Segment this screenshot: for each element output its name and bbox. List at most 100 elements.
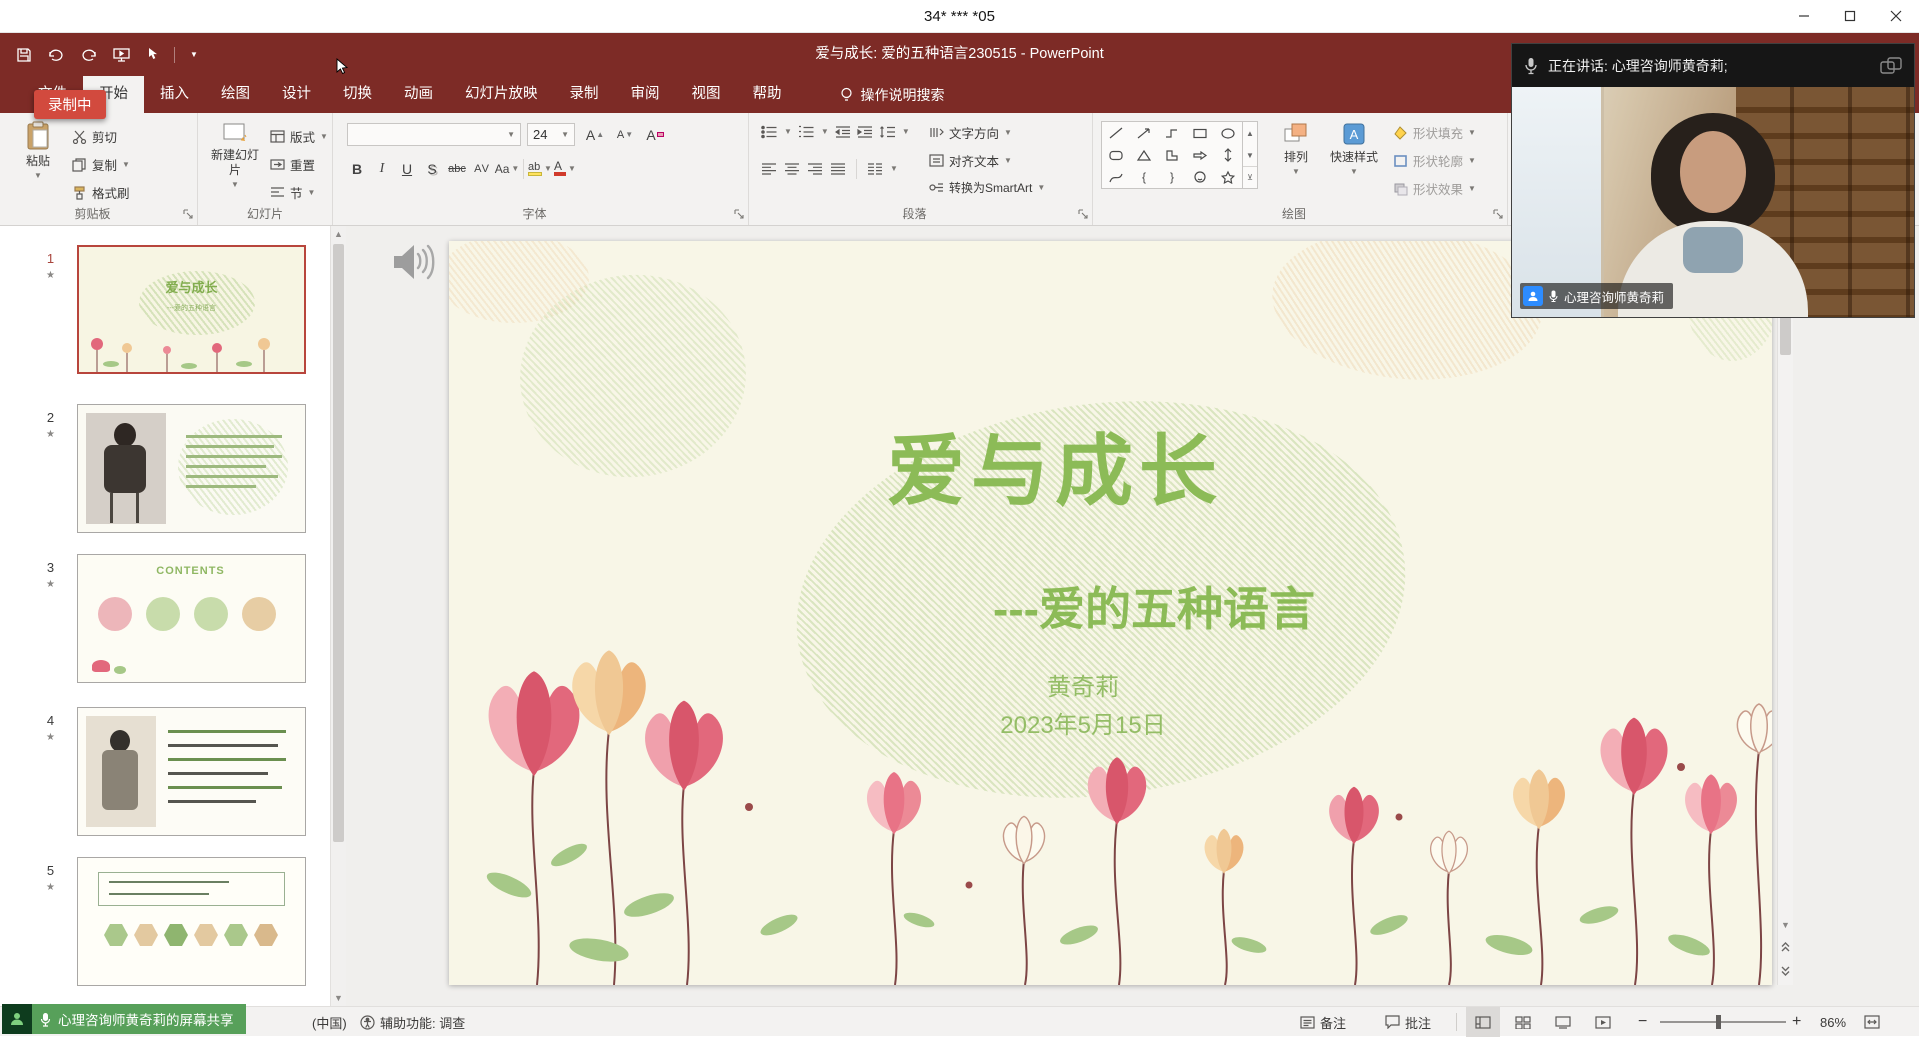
tellme-search[interactable]: 操作说明搜索 [840, 76, 945, 113]
quick-styles-button[interactable]: A 快速样式 ▼ [1325, 121, 1383, 176]
comments-button[interactable]: 批注 [1385, 1007, 1431, 1037]
slide-editing-area[interactable]: 爱与成长 ---爱的五种语言 黄奇莉 2023年5月15日 [449, 241, 1772, 985]
cut-button[interactable]: 剪切 [72, 127, 117, 146]
qat-customize-icon[interactable]: ▼ [190, 51, 198, 59]
minimize-button[interactable] [1781, 0, 1827, 32]
bullets-button[interactable] [761, 125, 778, 139]
screen-share-banner[interactable]: 心理咨询师黄奇莉的屏幕共享 [2, 1004, 246, 1034]
copy-button[interactable]: 复制▼ [72, 155, 130, 174]
zoom-in-button[interactable]: + [1792, 1007, 1801, 1037]
justify-button[interactable] [830, 162, 846, 176]
font-dialog-launcher[interactable] [734, 209, 744, 219]
format-painter-button[interactable]: 格式刷 [72, 183, 130, 202]
zoom-slider-thumb[interactable] [1716, 1015, 1721, 1029]
align-center-button[interactable] [784, 162, 800, 176]
character-spacing-button[interactable]: AV [470, 157, 494, 180]
undo-icon[interactable] [47, 47, 65, 63]
shape-outline-button[interactable]: 形状轮廓▼ [1393, 151, 1476, 170]
thumb-scroll-up[interactable]: ▲ [331, 226, 346, 242]
align-text-button[interactable]: 对齐文本▼ [929, 151, 1012, 170]
fit-to-window-button[interactable] [1864, 1007, 1880, 1037]
save-icon[interactable] [16, 47, 32, 63]
font-name-combo[interactable]: ▼ [347, 123, 521, 146]
bold-button[interactable]: B [345, 157, 369, 180]
arrange-button[interactable]: 排列 ▼ [1271, 121, 1321, 176]
reset-button[interactable]: 重置 [270, 155, 315, 174]
meeting-video-panel[interactable]: 正在讲话: 心理咨询师黄奇莉; 心理咨询师黄奇莉 [1511, 43, 1915, 318]
strikethrough-button[interactable]: abc [445, 157, 469, 180]
clear-formatting-button[interactable]: A [643, 123, 667, 146]
start-slideshow-icon[interactable] [113, 47, 130, 63]
previous-slide-button[interactable] [1778, 939, 1793, 955]
line-spacing-button[interactable] [879, 125, 896, 139]
tab-insert[interactable]: 插入 [144, 76, 205, 113]
slide-thumbnail-1[interactable]: 爱与成长 ---爱的五种语言 [77, 245, 306, 374]
slide-thumbnail-5[interactable] [77, 857, 306, 986]
shape-fill-button[interactable]: 形状填充▼ [1393, 123, 1476, 142]
shrink-font-button[interactable]: A▼ [613, 123, 637, 146]
redo-icon[interactable] [80, 47, 98, 63]
paragraph-dialog-launcher[interactable] [1078, 209, 1088, 219]
slide-thumbnail-3[interactable]: CONTENTS [77, 554, 306, 683]
text-highlight-button[interactable]: ab▼ [528, 157, 552, 180]
new-slide-button[interactable]: 新建幻灯片 ▼ [206, 121, 264, 189]
touch-mouse-mode-icon[interactable] [145, 47, 159, 63]
thumbnails-scrollbar[interactable]: ▲ ▼ [330, 226, 346, 1006]
slideshow-view-button[interactable] [1586, 1007, 1620, 1037]
tab-record[interactable]: 录制 [554, 76, 615, 113]
paste-button[interactable]: 粘贴 ▼ [12, 121, 64, 180]
tab-review[interactable]: 审阅 [615, 76, 676, 113]
decrease-indent-button[interactable] [835, 125, 851, 139]
font-size-combo[interactable]: 24▼ [527, 123, 575, 146]
next-slide-button[interactable] [1778, 963, 1793, 979]
numbering-button[interactable] [798, 125, 815, 139]
text-shadow-button[interactable]: S [420, 157, 444, 180]
zoom-percentage[interactable]: 86% [1820, 1007, 1846, 1037]
columns-button[interactable] [867, 162, 883, 176]
maximize-button[interactable] [1827, 0, 1873, 32]
shapes-scroll-up[interactable]: ▲ [1243, 122, 1257, 144]
font-color-button[interactable]: A▼ [553, 157, 577, 180]
tab-animations[interactable]: 动画 [388, 76, 449, 113]
align-right-button[interactable] [807, 162, 823, 176]
align-left-button[interactable] [761, 162, 777, 176]
zoom-out-button[interactable]: − [1638, 1007, 1647, 1037]
tab-view[interactable]: 视图 [676, 76, 737, 113]
audio-speaker-icon[interactable] [388, 240, 436, 284]
participant-video[interactable]: 心理咨询师黄奇莉 [1512, 87, 1914, 317]
shapes-gallery-arrows[interactable]: ▲ ▼ ⊻ [1243, 121, 1258, 189]
new-slide-dropdown[interactable]: ▼ [231, 181, 239, 189]
change-case-button[interactable]: Aa▼ [495, 157, 519, 180]
view-switch-icon[interactable] [1880, 57, 1902, 75]
grow-font-button[interactable]: A▲ [583, 123, 607, 146]
recording-badge[interactable]: 录制中 [34, 90, 106, 119]
slide-thumbnail-4[interactable] [77, 707, 306, 836]
shapes-more[interactable]: ⊻ [1243, 166, 1257, 188]
drawing-dialog-launcher[interactable] [1493, 209, 1503, 219]
normal-view-button[interactable] [1466, 1007, 1500, 1037]
tab-draw[interactable]: 绘图 [205, 76, 266, 113]
text-direction-button[interactable]: 文字方向▼ [929, 123, 1012, 142]
clipboard-dialog-launcher[interactable] [183, 209, 193, 219]
shapes-scroll-down[interactable]: ▼ [1243, 144, 1257, 166]
shape-effects-button[interactable]: 形状效果▼ [1393, 179, 1476, 198]
tab-transitions[interactable]: 切换 [327, 76, 388, 113]
zoom-slider-track[interactable] [1660, 1021, 1786, 1023]
section-button[interactable]: 节▼ [270, 183, 315, 202]
slide-thumbnail-2[interactable] [77, 404, 306, 533]
thumb-scroll-thumb[interactable] [333, 244, 344, 842]
convert-smartart-button[interactable]: 转换为SmartArt▼ [929, 179, 1045, 196]
layout-button[interactable]: 版式▼ [270, 127, 328, 146]
paste-dropdown[interactable]: ▼ [34, 172, 42, 180]
reading-view-button[interactable] [1546, 1007, 1580, 1037]
ime-indicator[interactable]: (中国) [312, 1007, 347, 1037]
increase-indent-button[interactable] [857, 125, 873, 139]
italic-button[interactable]: I [370, 157, 394, 180]
underline-button[interactable]: U [395, 157, 419, 180]
canvas-scroll-down[interactable]: ▼ [1778, 917, 1793, 933]
thumb-scroll-down[interactable]: ▼ [331, 990, 346, 1006]
canvas-scrollbar[interactable]: ▲ ▼ [1777, 241, 1793, 985]
accessibility-status[interactable]: 辅助功能: 调查 [360, 1007, 465, 1037]
slide-sorter-view-button[interactable] [1506, 1007, 1540, 1037]
notes-button[interactable]: 备注 [1300, 1007, 1346, 1037]
